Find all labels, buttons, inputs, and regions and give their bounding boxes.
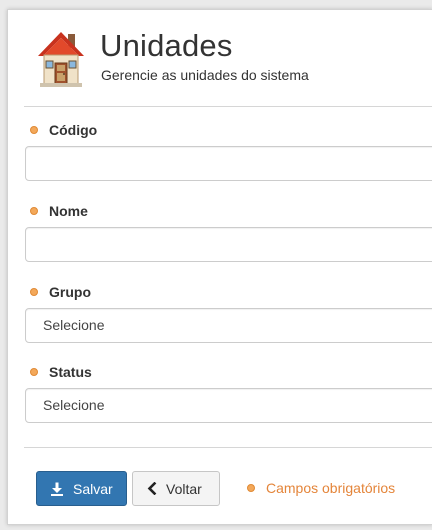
- required-bullet-icon: [30, 126, 38, 134]
- page-subtitle: Gerencie as unidades do sistema: [101, 67, 309, 83]
- back-button-label: Voltar: [166, 480, 202, 497]
- required-fields-text: Campos obrigatórios: [266, 480, 396, 496]
- footer-divider: [24, 447, 432, 448]
- required-bullet-icon: [30, 288, 38, 296]
- nome-label: Nome: [30, 203, 88, 219]
- status-select[interactable]: Selecione: [25, 388, 432, 423]
- codigo-label: Código: [30, 122, 97, 138]
- form-panel: Unidades Gerencie as unidades do sistema…: [7, 9, 432, 525]
- grupo-select-value: Selecione: [43, 317, 105, 333]
- grupo-label: Grupo: [30, 284, 91, 300]
- chevron-left-icon: [147, 482, 157, 495]
- status-select-value: Selecione: [43, 397, 105, 413]
- house-icon: [38, 32, 84, 87]
- required-fields-note: Campos obrigatórios: [247, 480, 395, 496]
- nome-label-text: Nome: [49, 203, 88, 219]
- save-button-label: Salvar: [73, 480, 113, 497]
- grupo-label-text: Grupo: [49, 284, 91, 300]
- nome-input[interactable]: [25, 227, 432, 262]
- required-bullet-icon: [247, 484, 255, 492]
- grupo-select[interactable]: Selecione: [25, 308, 432, 343]
- required-bullet-icon: [30, 207, 38, 215]
- codigo-label-text: Código: [49, 122, 98, 138]
- save-button[interactable]: Salvar: [36, 471, 127, 506]
- status-label: Status: [30, 364, 92, 380]
- page-title: Unidades: [100, 28, 233, 63]
- header-divider: [24, 106, 432, 107]
- codigo-input[interactable]: [25, 146, 432, 181]
- required-bullet-icon: [30, 368, 38, 376]
- status-label-text: Status: [49, 364, 92, 380]
- back-button[interactable]: Voltar: [132, 471, 220, 506]
- download-icon: [50, 482, 64, 496]
